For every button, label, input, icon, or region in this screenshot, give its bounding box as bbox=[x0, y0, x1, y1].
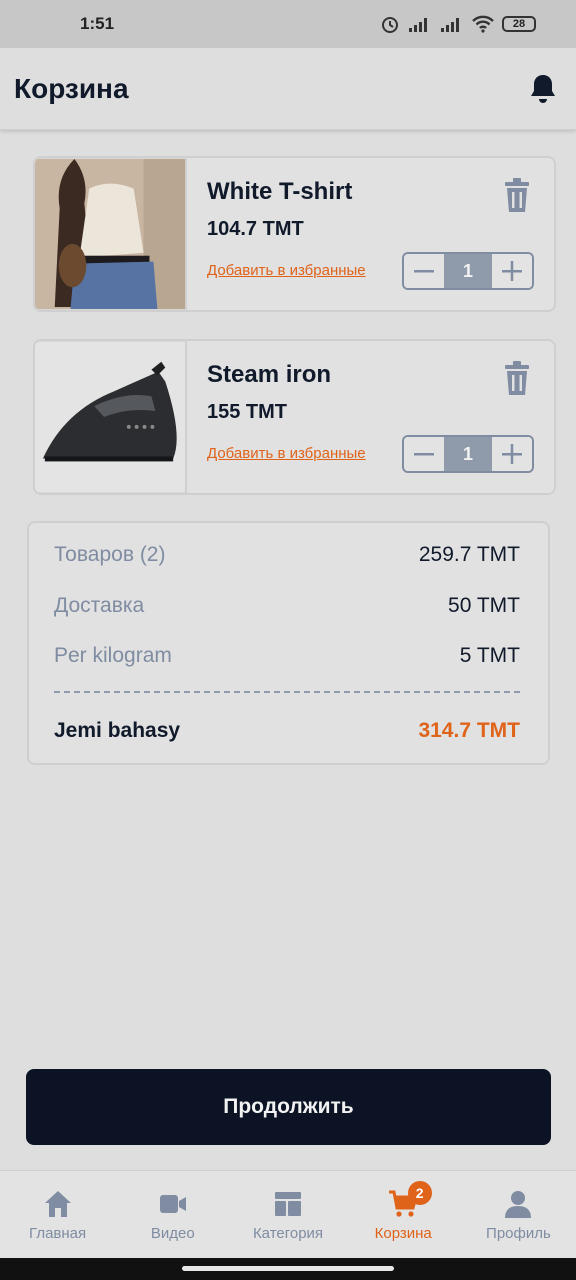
summary-label: Доставка bbox=[54, 594, 145, 617]
cart-item: Steam iron 155 TMT Добавить в избранные … bbox=[33, 339, 556, 495]
bottom-nav: Главная Видео Категория 2 Корзина Профил… bbox=[0, 1170, 576, 1258]
nav-item-cart[interactable]: 2 Корзина bbox=[346, 1171, 461, 1258]
total-label: Jemi bahasy bbox=[54, 719, 181, 742]
nav-label: Главная bbox=[29, 1225, 87, 1242]
product-image-tshirt bbox=[35, 158, 187, 310]
product-image-iron bbox=[35, 341, 187, 493]
item-name: White T-shirt bbox=[207, 178, 353, 205]
plus-icon bbox=[502, 444, 522, 464]
battery-indicator: 28 bbox=[502, 16, 536, 32]
nav-item-home[interactable]: Главная bbox=[0, 1171, 115, 1258]
summary-value: 5 TMT bbox=[459, 644, 520, 667]
total-value: 314.7 TMT bbox=[418, 719, 520, 742]
nav-item-category[interactable]: Категория bbox=[230, 1171, 345, 1258]
item-name: Steam iron bbox=[207, 361, 332, 388]
decrement-button[interactable] bbox=[404, 437, 444, 471]
summary-value: 50 TMT bbox=[448, 594, 520, 617]
status-time: 1:51 bbox=[80, 14, 115, 33]
category-icon bbox=[275, 1192, 301, 1216]
nav-label: Видео bbox=[150, 1225, 195, 1242]
trash-icon[interactable] bbox=[502, 361, 532, 397]
summary-value: 259.7 TMT bbox=[418, 543, 520, 566]
page-title: Корзина bbox=[14, 72, 129, 104]
status-icons: 28 bbox=[380, 14, 536, 34]
quantity-value: 1 bbox=[444, 254, 492, 288]
summary-row-per-kg: Per kilogram 5 TMT bbox=[54, 644, 520, 668]
continue-button[interactable]: Продолжить bbox=[26, 1069, 551, 1145]
profile-icon bbox=[505, 1191, 532, 1218]
increment-button[interactable] bbox=[492, 254, 532, 288]
status-bar: 1:51 28 bbox=[0, 0, 576, 48]
system-nav-bar bbox=[0, 1258, 576, 1280]
quantity-stepper: 1 bbox=[402, 252, 534, 290]
item-price: 155 TMT bbox=[207, 401, 288, 423]
summary-row-goods: Товаров (2) 259.7 TMT bbox=[54, 543, 520, 567]
notification-bell-icon[interactable] bbox=[528, 73, 558, 105]
trash-icon[interactable] bbox=[502, 178, 532, 214]
nav-item-video[interactable]: Видео bbox=[115, 1171, 230, 1258]
nav-label: Профиль bbox=[486, 1225, 551, 1242]
video-icon bbox=[159, 1195, 186, 1213]
add-to-favorites-link[interactable]: Добавить в избранные bbox=[207, 445, 366, 462]
home-icon bbox=[44, 1191, 71, 1217]
home-indicator[interactable] bbox=[182, 1266, 394, 1271]
alarm-icon bbox=[382, 17, 398, 33]
add-to-favorites-link[interactable]: Добавить в избранные bbox=[207, 262, 366, 279]
app-header: Корзина bbox=[0, 48, 576, 130]
decrement-button[interactable] bbox=[404, 254, 444, 288]
minus-icon bbox=[414, 453, 434, 456]
increment-button[interactable] bbox=[492, 437, 532, 471]
summary-divider bbox=[54, 691, 520, 693]
cart-count-badge: 2 bbox=[407, 1181, 432, 1205]
quantity-stepper: 1 bbox=[402, 435, 534, 473]
nav-label: Корзина bbox=[374, 1225, 432, 1242]
signal-icon bbox=[409, 18, 427, 32]
quantity-value: 1 bbox=[444, 437, 492, 471]
nav-label: Категория bbox=[252, 1225, 324, 1242]
summary-label: Per kilogram bbox=[54, 644, 172, 667]
plus-icon bbox=[502, 261, 522, 281]
minus-icon bbox=[414, 270, 434, 273]
wifi-icon bbox=[472, 15, 494, 33]
summary-row-delivery: Доставка 50 TMT bbox=[54, 594, 520, 618]
summary-row-total: Jemi bahasy 314.7 TMT bbox=[54, 719, 520, 743]
signal-icon-2 bbox=[441, 18, 459, 32]
order-summary: Товаров (2) 259.7 TMT Доставка 50 TMT Pe… bbox=[27, 521, 550, 765]
cart-item: White T-shirt 104.7 TMT Добавить в избра… bbox=[33, 156, 556, 312]
nav-item-profile[interactable]: Профиль bbox=[461, 1171, 576, 1258]
item-price: 104.7 TMT bbox=[207, 218, 304, 240]
summary-label: Товаров (2) bbox=[54, 543, 166, 566]
